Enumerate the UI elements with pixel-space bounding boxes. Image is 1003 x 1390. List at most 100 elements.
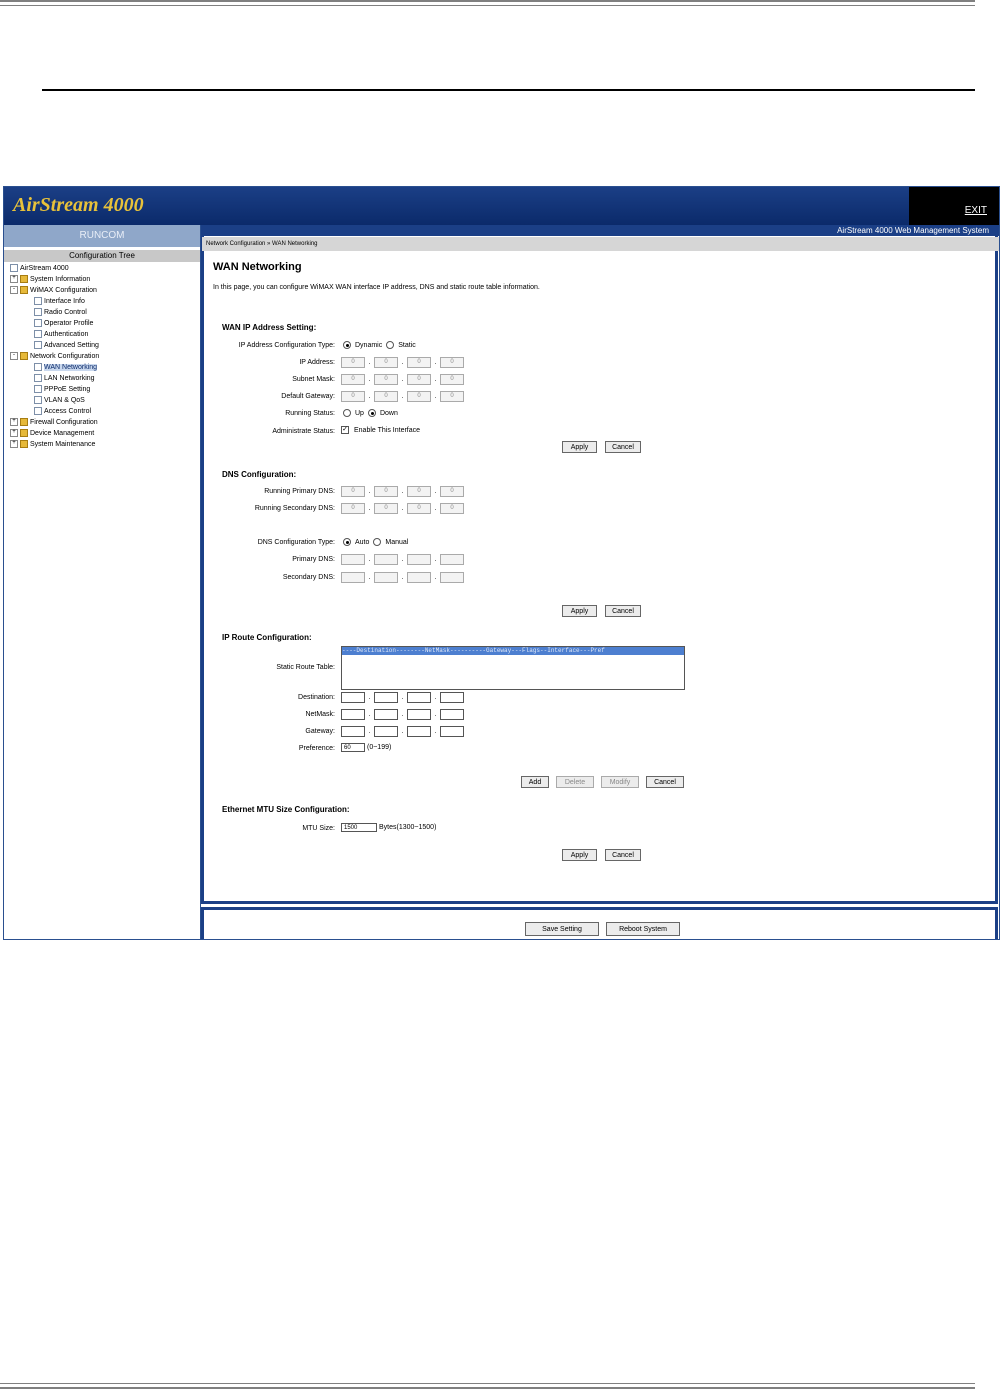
sdns-octet-3[interactable] [407, 572, 431, 583]
tree-access-control[interactable]: Access Control [34, 407, 91, 417]
expand-icon[interactable]: + [10, 429, 18, 438]
folder-icon [20, 418, 28, 427]
tree-wimax-configuration[interactable]: - WiMAX Configuration [10, 286, 97, 296]
tree-wan-networking[interactable]: WAN Networking [34, 363, 98, 373]
tree-pppoe-setting[interactable]: PPPoE Setting [34, 385, 90, 395]
ip-octet-4[interactable]: 0 [440, 357, 464, 368]
route-cancel-button[interactable]: Cancel [646, 776, 684, 788]
pdns-octet-1[interactable] [341, 554, 365, 565]
mask-octet-3[interactable]: 0 [407, 374, 431, 385]
collapse-icon[interactable]: - [10, 352, 18, 361]
preference-input[interactable]: 60 [341, 743, 365, 752]
pdns-octet-4[interactable] [440, 554, 464, 565]
dns-apply-button[interactable]: Apply [562, 605, 597, 617]
dest-octet-1[interactable] [341, 692, 365, 703]
auto-radio[interactable] [343, 538, 351, 546]
gw-octet-1[interactable]: 0 [341, 391, 365, 402]
folder-icon [20, 429, 28, 438]
running-status-label: Running Status: [285, 410, 335, 417]
netmask-octet-1[interactable] [341, 709, 365, 720]
mtu-unit: Bytes(1300~1500) [379, 824, 437, 831]
mtu-size-input[interactable]: 1500 [341, 823, 377, 832]
tree-system-maintenance[interactable]: + System Maintenance [10, 440, 95, 450]
tree-network-configuration[interactable]: - Network Configuration [10, 352, 99, 362]
mask-octet-2[interactable]: 0 [374, 374, 398, 385]
sdns-octet-4[interactable] [440, 572, 464, 583]
tree-lan-networking[interactable]: LAN Networking [34, 374, 95, 384]
tree-interface-info[interactable]: Interface Info [34, 297, 85, 307]
down-radio[interactable] [367, 409, 376, 417]
route-modify-button[interactable]: Modify [601, 776, 639, 788]
pdns-octet-2[interactable] [374, 554, 398, 565]
gw-octet-3[interactable]: 0 [407, 391, 431, 402]
collapse-icon[interactable]: - [10, 286, 18, 295]
ip-octet-2[interactable]: 0 [374, 357, 398, 368]
mask-octet-4[interactable]: 0 [440, 374, 464, 385]
tree-device-management[interactable]: + Device Management [10, 429, 94, 439]
netmask-octet-4[interactable] [440, 709, 464, 720]
dest-octet-2[interactable] [374, 692, 398, 703]
tree-radio-control[interactable]: Radio Control [34, 308, 87, 318]
mtu-heading: Ethernet MTU Size Configuration: [222, 805, 350, 814]
tree-advanced-setting[interactable]: Advanced Setting [34, 341, 99, 351]
up-radio[interactable] [343, 409, 351, 417]
route-delete-button[interactable]: Delete [556, 776, 594, 788]
tree-firewall-configuration[interactable]: + Firewall Configuration [10, 418, 98, 428]
reboot-system-button[interactable]: Reboot System [606, 922, 680, 936]
route-add-button[interactable]: Add [521, 776, 549, 788]
exit-link[interactable]: EXIT [965, 205, 987, 216]
tree-authentication[interactable]: Authentication [34, 330, 88, 340]
expand-icon[interactable]: + [10, 440, 18, 449]
rgw-octet-4[interactable] [440, 726, 464, 737]
mtu-apply-button[interactable]: Apply [562, 849, 597, 861]
tree-system-information[interactable]: + System Information [10, 275, 90, 285]
web-management-window: AirStream 4000 EXIT RUNCOM Configuration… [3, 186, 1000, 940]
mtu-cancel-button[interactable]: Cancel [605, 849, 641, 861]
save-setting-button[interactable]: Save Setting [525, 922, 599, 936]
dest-octet-4[interactable] [440, 692, 464, 703]
rpdns-octet-4: 0 [440, 486, 464, 497]
manual-label: Manual [385, 538, 409, 546]
sdns-octet-1[interactable] [341, 572, 365, 583]
main-frame [201, 236, 998, 904]
dynamic-label: Dynamic [355, 341, 383, 349]
rsdns-octet-1: 0 [341, 503, 365, 514]
auto-label: Auto [355, 538, 370, 546]
netmask-octet-3[interactable] [407, 709, 431, 720]
rsdns-octet-2: 0 [374, 503, 398, 514]
breadcrumb: Network Configuration » WAN Networking [202, 237, 999, 251]
secondary-dns-label: Secondary DNS: [282, 574, 335, 581]
enable-interface-checkbox[interactable]: ✓ [341, 426, 349, 434]
gw-octet-2[interactable]: 0 [374, 391, 398, 402]
page-description: In this page, you can configure WiMAX WA… [213, 284, 540, 291]
rgw-octet-1[interactable] [341, 726, 365, 737]
expand-icon[interactable]: + [10, 418, 18, 427]
ip-octet-3[interactable]: 0 [407, 357, 431, 368]
rgw-octet-3[interactable] [407, 726, 431, 737]
ip-octet-1[interactable]: 0 [341, 357, 365, 368]
tree-vlan-qos[interactable]: VLAN & QoS [34, 396, 85, 406]
tree-root[interactable]: AirStream 4000 [10, 264, 69, 274]
dns-config-type-group: Auto Manual [341, 538, 408, 546]
page-icon [34, 319, 42, 328]
pdns-octet-3[interactable] [407, 554, 431, 565]
wan-apply-button[interactable]: Apply [562, 441, 597, 453]
netmask-octet-2[interactable] [374, 709, 398, 720]
expand-icon[interactable]: + [10, 275, 18, 284]
manual-radio[interactable] [373, 538, 382, 546]
rgw-octet-2[interactable] [374, 726, 398, 737]
tree-operator-profile[interactable]: Operator Profile [34, 319, 93, 329]
wan-cancel-button[interactable]: Cancel [605, 441, 641, 453]
dest-octet-3[interactable] [407, 692, 431, 703]
mask-octet-1[interactable]: 0 [341, 374, 365, 385]
dns-cancel-button[interactable]: Cancel [605, 605, 641, 617]
static-radio[interactable] [386, 341, 395, 349]
static-route-table-header[interactable]: ----Destination--------NetMask----------… [342, 647, 684, 655]
static-route-table[interactable]: ----Destination--------NetMask----------… [341, 646, 685, 690]
static-route-table-label: Static Route Table: [276, 664, 335, 671]
sdns-octet-2[interactable] [374, 572, 398, 583]
rpdns-octet-3: 0 [407, 486, 431, 497]
dynamic-radio[interactable] [343, 341, 351, 349]
sidebar: RUNCOM Configuration Tree AirStream 4000… [4, 225, 201, 939]
gw-octet-4[interactable]: 0 [440, 391, 464, 402]
